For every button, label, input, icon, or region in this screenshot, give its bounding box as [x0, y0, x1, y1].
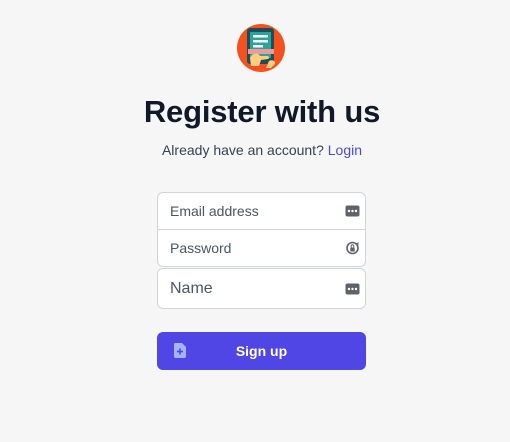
email-input[interactable] — [158, 193, 365, 229]
tablet-hand-logo-icon — [237, 24, 285, 72]
login-prompt: Already have an account? Login — [0, 142, 510, 158]
sign-up-label: Sign up — [235, 343, 288, 359]
name-field — [157, 268, 366, 309]
email-field — [157, 192, 366, 230]
sign-up-button[interactable]: Sign up — [157, 332, 366, 370]
page-title: Register with us — [143, 94, 381, 129]
register-page: Register with us Already have an account… — [0, 0, 510, 442]
register-form — [157, 192, 366, 309]
password-manager-icon[interactable] — [345, 204, 360, 219]
password-reveal-icon[interactable] — [345, 241, 360, 256]
document-plus-icon — [174, 343, 186, 358]
password-manager-icon[interactable] — [345, 281, 360, 296]
password-input[interactable] — [158, 230, 365, 266]
login-prompt-text: Already have an account? — [161, 142, 324, 158]
password-field — [157, 230, 366, 267]
login-link[interactable]: Login — [328, 142, 362, 158]
name-input[interactable] — [158, 269, 365, 308]
